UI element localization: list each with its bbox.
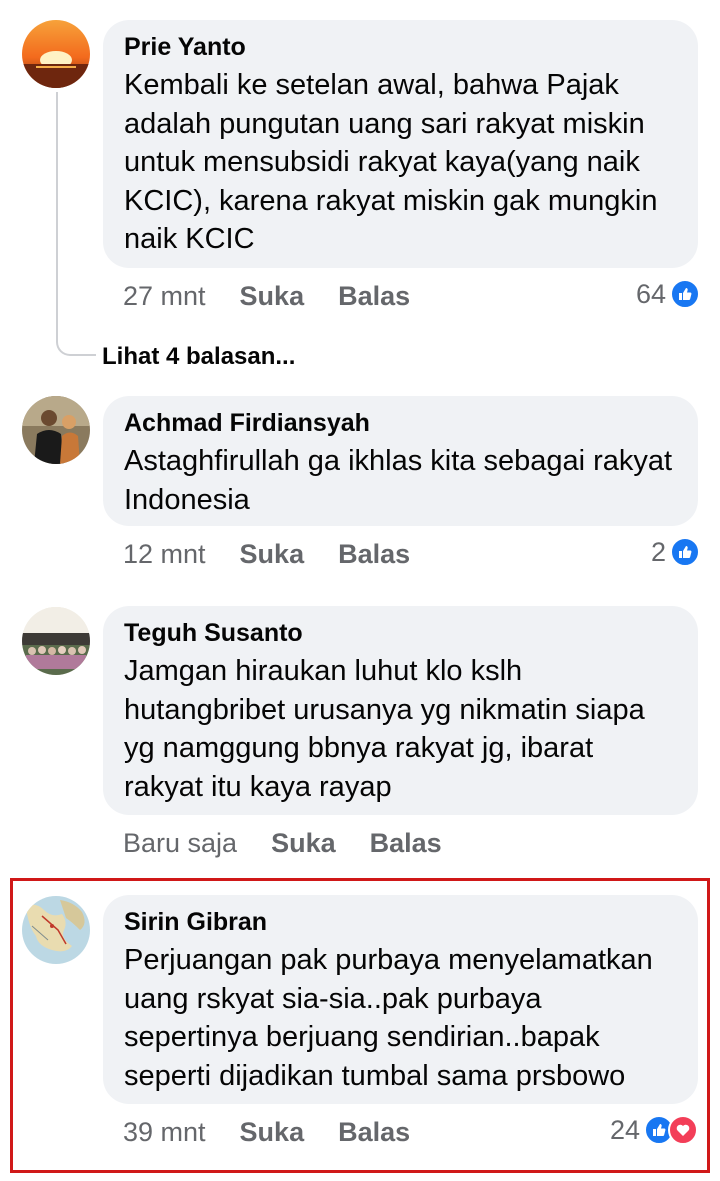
like-icon xyxy=(670,279,700,309)
comment-text: Perjuangan pak purbaya menyelamatkan uan… xyxy=(124,944,653,1092)
avatar-prie-yanto[interactable] xyxy=(22,20,90,88)
person-photo-avatar-image xyxy=(22,396,90,464)
comment-bubble: Prie Yanto Kembali ke setelan awal, bahw… xyxy=(103,20,698,268)
group-photo-avatar-image xyxy=(22,607,90,675)
reply-button[interactable]: Balas xyxy=(338,281,410,311)
reaction-summary[interactable]: 2 xyxy=(651,537,700,567)
like-button[interactable]: Suka xyxy=(240,281,305,311)
reaction-count: 24 xyxy=(609,1115,640,1145)
reply-button[interactable]: Balas xyxy=(338,1117,410,1147)
comment-author[interactable]: Prie Yanto xyxy=(124,32,676,62)
comment-text: Kembali ke setelan awal, bahwa Pajak ada… xyxy=(124,69,658,255)
avatar-teguh-susanto[interactable] xyxy=(22,607,90,675)
comment-author[interactable]: Sirin Gibran xyxy=(124,907,676,937)
comment-meta: 39 mnt Suka Balas xyxy=(123,1117,410,1147)
comment-bubble: Sirin Gibran Perjuangan pak purbaya meny… xyxy=(103,895,698,1104)
comment-time[interactable]: 27 mnt xyxy=(123,281,206,311)
comment-text: Jamgan hiraukan luhut klo kslh hutangbri… xyxy=(124,655,645,803)
map-avatar-image xyxy=(22,896,90,964)
like-button[interactable]: Suka xyxy=(240,539,305,569)
reply-button[interactable]: Balas xyxy=(370,828,442,858)
reaction-summary[interactable]: 24 xyxy=(610,1115,698,1145)
thread-line xyxy=(56,92,96,356)
avatar-achmad-firdiansyah[interactable] xyxy=(22,396,90,464)
sunset-avatar-image xyxy=(22,20,90,88)
comment-time[interactable]: 12 mnt xyxy=(123,539,206,569)
reaction-count: 64 xyxy=(635,279,666,309)
avatar-sirin-gibran[interactable] xyxy=(22,896,90,964)
like-button[interactable]: Suka xyxy=(271,828,336,858)
love-icon xyxy=(668,1115,698,1145)
reply-button[interactable]: Balas xyxy=(338,539,410,569)
comment-bubble: Achmad Firdiansyah Astaghfirullah ga ikh… xyxy=(103,396,698,526)
comment-bubble: Teguh Susanto Jamgan hiraukan luhut klo … xyxy=(103,606,698,815)
like-button[interactable]: Suka xyxy=(240,1117,305,1147)
comment-meta: Baru saja Suka Balas xyxy=(123,828,442,858)
like-icon xyxy=(670,537,700,567)
reaction-summary[interactable]: 64 xyxy=(636,279,700,309)
comment-time[interactable]: Baru saja xyxy=(123,828,237,858)
comment-time[interactable]: 39 mnt xyxy=(123,1117,206,1147)
comment-text: Astaghfirullah ga ikhlas kita sebagai ra… xyxy=(124,445,673,516)
comment-meta: 27 mnt Suka Balas xyxy=(123,281,410,311)
comment-meta: 12 mnt Suka Balas xyxy=(123,539,410,569)
comment-author[interactable]: Teguh Susanto xyxy=(124,618,676,648)
reaction-count: 2 xyxy=(650,537,666,567)
comment-author[interactable]: Achmad Firdiansyah xyxy=(124,408,676,438)
view-replies-link[interactable]: Lihat 4 balasan... xyxy=(102,343,295,371)
